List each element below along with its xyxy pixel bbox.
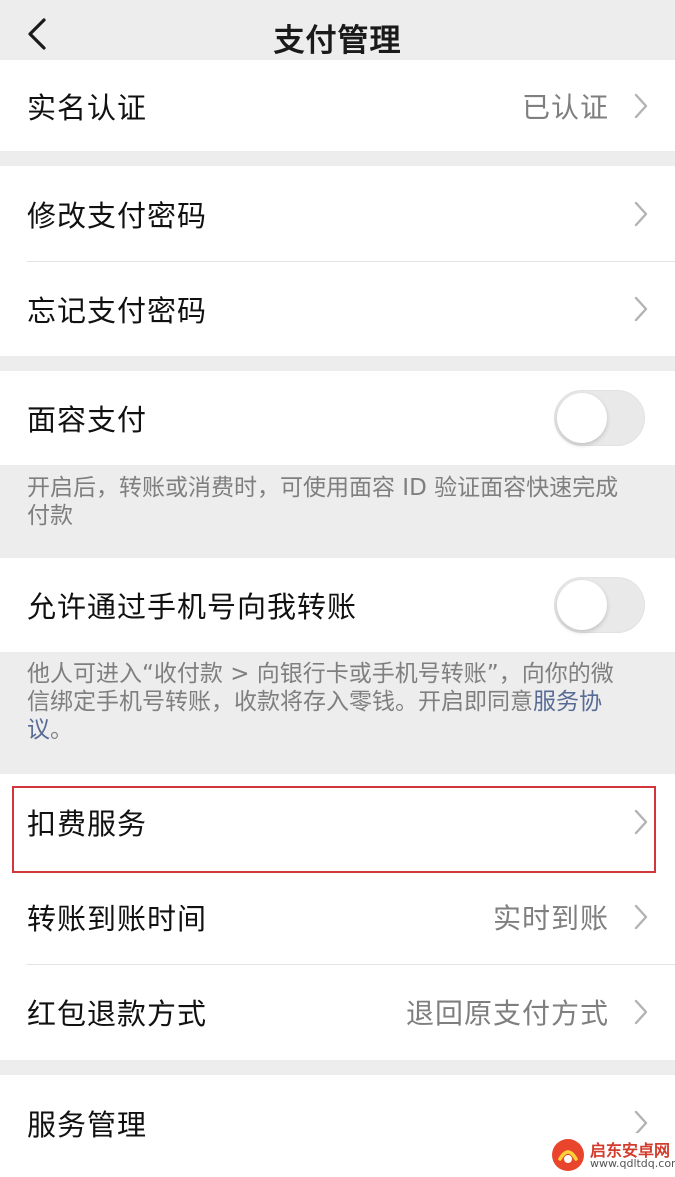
red-packet-refund-value: 退回原支付方式 bbox=[405, 996, 609, 1030]
face-pay-toggle[interactable] bbox=[554, 390, 645, 446]
highlight-box bbox=[12, 786, 656, 873]
real-name-group: 实名认证 已认证 bbox=[0, 60, 675, 151]
change-password-row[interactable]: 修改支付密码 bbox=[0, 166, 675, 261]
password-group: 修改支付密码 忘记支付密码 bbox=[0, 166, 675, 356]
service-mgmt-label: 服务管理 bbox=[27, 1107, 148, 1142]
change-password-label: 修改支付密码 bbox=[27, 198, 208, 233]
real-name-status: 已认证 bbox=[521, 90, 609, 124]
chevron-right-icon bbox=[634, 904, 648, 929]
page-title: 支付管理 bbox=[273, 23, 402, 59]
phone-transfer-label: 允许通过手机号向我转账 bbox=[27, 590, 358, 624]
chevron-right-icon bbox=[634, 999, 648, 1024]
toggle-knob bbox=[557, 393, 607, 443]
phone-transfer-group: 允许通过手机号向我转账 bbox=[0, 558, 675, 652]
phone-transfer-toggle[interactable] bbox=[554, 577, 645, 633]
face-pay-group: 面容支付 bbox=[0, 371, 675, 465]
transfer-time-row[interactable]: 转账到账时间 实时到账 bbox=[0, 869, 675, 964]
forgot-password-label: 忘记支付密码 bbox=[27, 293, 208, 328]
real-name-row[interactable]: 实名认证 已认证 bbox=[0, 60, 675, 151]
phone-transfer-note: 他人可进入“收付款 > 向银行卡或手机号转账”，向你的微信绑定手机号转账，收款将… bbox=[27, 660, 635, 744]
real-name-label: 实名认证 bbox=[27, 90, 148, 125]
chevron-right-icon bbox=[634, 201, 648, 226]
phone-transfer-note-text: 他人可进入“收付款 > 向银行卡或手机号转账”，向你的微信绑定手机号转账，收款将… bbox=[27, 661, 614, 715]
red-packet-refund-row[interactable]: 红包退款方式 退回原支付方式 bbox=[0, 964, 675, 1059]
face-pay-note: 开启后，转账或消费时，可使用面容 ID 验证面容快速完成付款 bbox=[27, 475, 619, 529]
forgot-password-row[interactable]: 忘记支付密码 bbox=[0, 261, 675, 356]
transfer-time-value: 实时到账 bbox=[492, 901, 609, 935]
face-pay-row: 面容支付 bbox=[0, 371, 675, 465]
face-pay-label: 面容支付 bbox=[27, 403, 148, 437]
red-packet-refund-label: 红包退款方式 bbox=[27, 996, 208, 1031]
chevron-right-icon bbox=[634, 296, 648, 321]
watermark: 启东安卓网 www.qdltdq.com bbox=[540, 1133, 675, 1177]
toggle-knob bbox=[557, 580, 607, 630]
phone-transfer-note-end: 。 bbox=[50, 717, 73, 743]
site-logo-icon bbox=[552, 1139, 584, 1171]
watermark-url: www.qdltdq.com bbox=[590, 1157, 675, 1170]
transfer-time-label: 转账到账时间 bbox=[27, 901, 208, 936]
chevron-right-icon bbox=[634, 93, 648, 118]
phone-transfer-row: 允许通过手机号向我转账 bbox=[0, 558, 675, 652]
